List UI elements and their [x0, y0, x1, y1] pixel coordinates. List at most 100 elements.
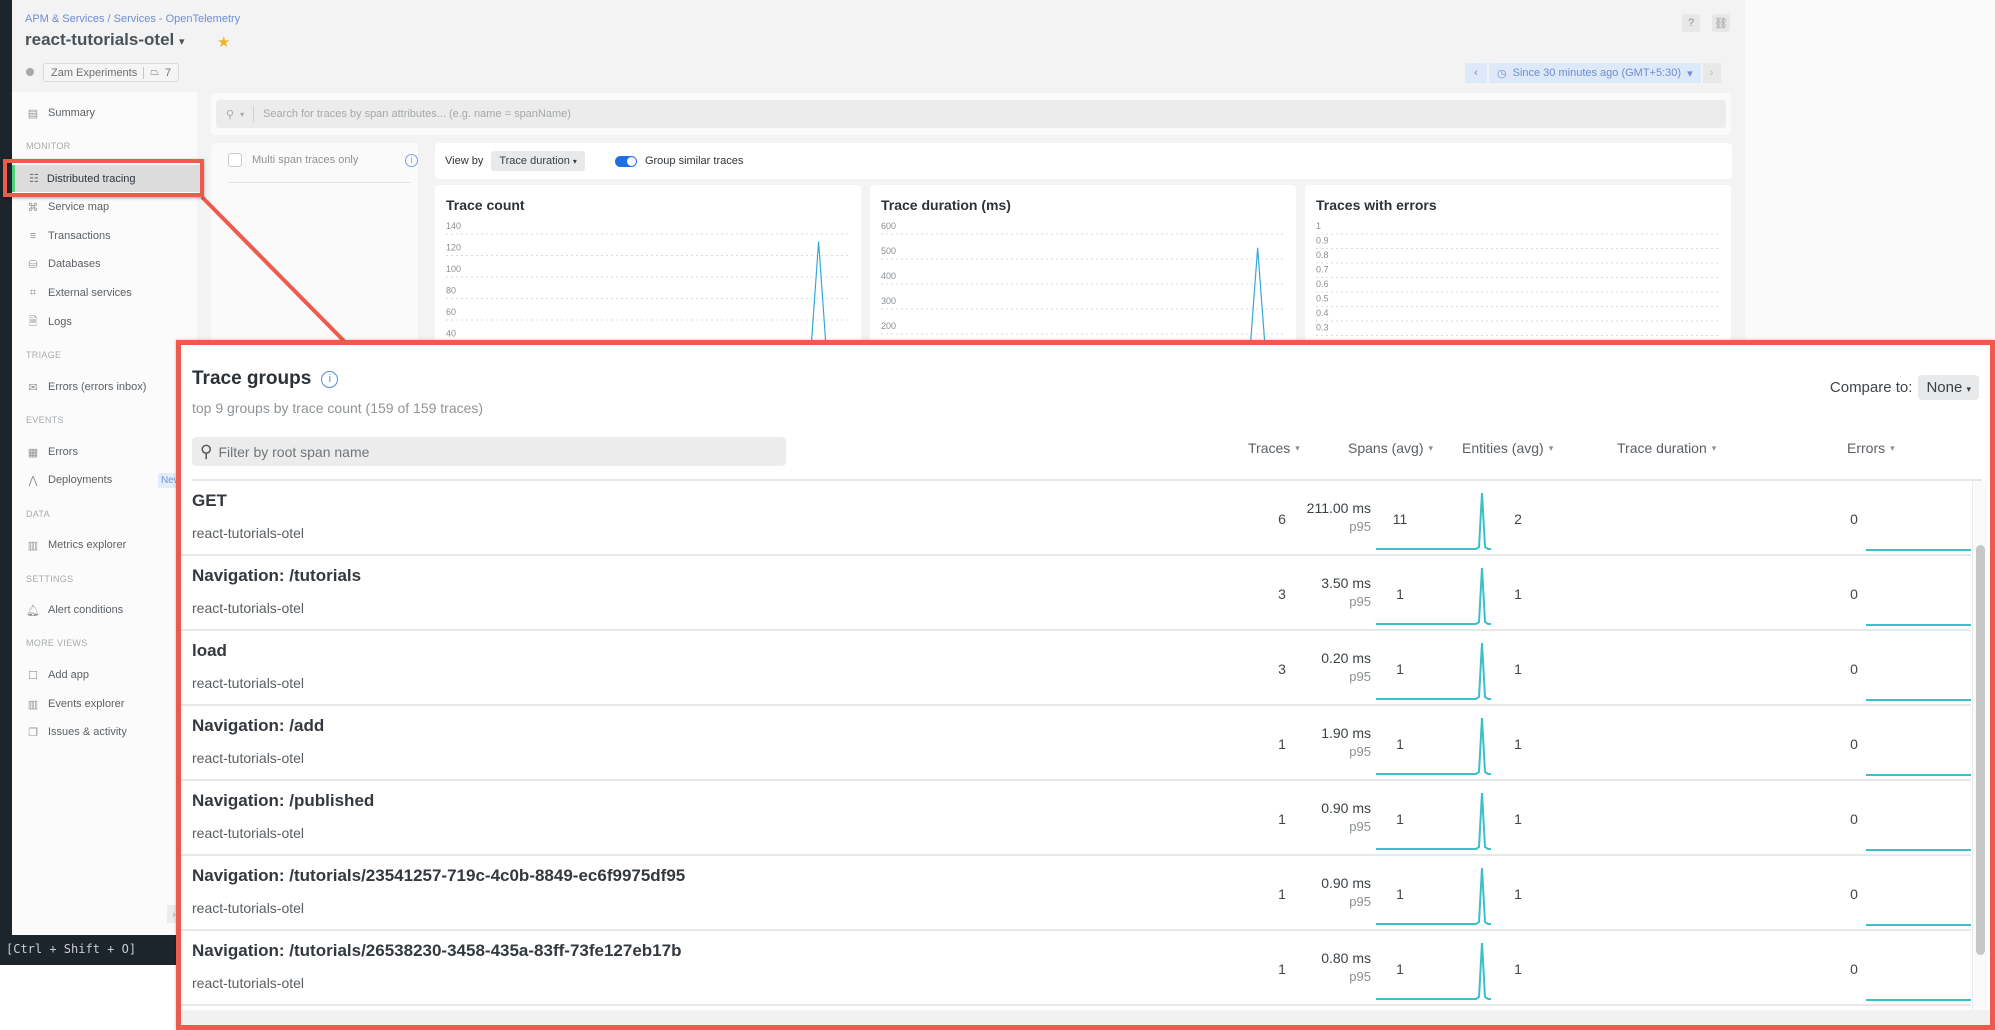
sidebar-item-service-map[interactable]: ⌘ Service map: [26, 195, 110, 219]
sidebar-item-add-app[interactable]: ☐ Add app: [26, 663, 89, 687]
duration-sparkline: [1376, 942, 1491, 1000]
sidebar-item-errors-inbox[interactable]: ✉ Errors (errors inbox): [26, 375, 146, 399]
errors-value: 0: [1850, 961, 1858, 977]
help-icon[interactable]: ?: [1682, 14, 1700, 32]
breadcrumb[interactable]: APM & Services / Services - OpenTelemetr…: [25, 13, 240, 25]
entity-name[interactable]: react-tutorials-otel: [192, 900, 304, 916]
sidebar-item-events-explorer[interactable]: ▥ Events explorer: [26, 692, 125, 716]
sidebar-item-label: Errors: [48, 446, 78, 458]
link-icon[interactable]: ⛓: [1712, 14, 1730, 32]
errors-value: 0: [1850, 511, 1858, 527]
bar-chart-icon: ▥: [27, 698, 39, 711]
sidebar-item-metrics-explorer[interactable]: ▥ Metrics explorer: [26, 533, 126, 557]
column-header-entities[interactable]: Entities (avg) ▾: [1462, 440, 1553, 456]
root-span-name[interactable]: Navigation: /add: [192, 716, 324, 736]
percentile-label: p95: [1349, 969, 1371, 984]
column-label: Trace duration: [1617, 440, 1707, 456]
table-row[interactable]: load react-tutorials-otel 3 1 1 0.20 ms p95 0: [181, 631, 1971, 706]
group-similar-toggle[interactable]: [614, 155, 637, 167]
star-icon[interactable]: ★: [217, 33, 230, 51]
table-row[interactable]: Navigation: /add react-tutorials-otel 1 1 1 1…: [181, 706, 1971, 781]
compare-select[interactable]: None ▾: [1918, 375, 1979, 400]
section-triage: TRIAGE: [26, 350, 62, 360]
entities-value: 2: [1514, 511, 1522, 527]
duration-sparkline: [1376, 792, 1491, 850]
root-span-filter-input[interactable]: ⚲ Filter by root span name: [192, 437, 786, 466]
root-span-name[interactable]: Navigation: /tutorials/23541257-719c-4c0…: [192, 866, 685, 886]
column-header-errors[interactable]: Errors ▾: [1847, 440, 1895, 456]
column-label: Traces: [1248, 440, 1291, 456]
errors-sparkline: [1866, 549, 1971, 551]
sidebar-item-transactions[interactable]: ≡ Transactions: [26, 224, 111, 248]
duration-cell: 3.50 ms p95: [1226, 556, 1371, 631]
root-span-name[interactable]: GET: [192, 491, 227, 511]
multi-span-checkbox[interactable]: [228, 153, 242, 167]
entity-name[interactable]: react-tutorials-otel: [192, 675, 304, 691]
account-tag: Zam Experiments: [51, 66, 138, 79]
root-span-name[interactable]: Navigation: /tutorials: [192, 566, 361, 586]
sidebar-item-alert-conditions[interactable]: 🔔︎ Alert conditions: [26, 598, 123, 622]
entities-value: 1: [1514, 661, 1522, 677]
chevron-down-icon: ▾: [1687, 67, 1693, 80]
series-line: [1249, 247, 1266, 345]
duration-text: 0.20 ms: [1321, 650, 1371, 666]
column-label: Entities (avg): [1462, 440, 1544, 456]
time-picker[interactable]: ‹ ◷ Since 30 minutes ago (GMT+5:30) ▾ ›: [1465, 63, 1721, 83]
view-by-select[interactable]: Trace duration ▾: [491, 151, 585, 171]
bar-chart-icon: ▥: [27, 539, 39, 552]
sidebar-item-label: Issues & activity: [48, 726, 127, 738]
sidebar-item-databases[interactable]: ⛁ Databases: [26, 252, 100, 276]
entity-name[interactable]: react-tutorials-otel: [192, 975, 304, 991]
duration-cell: 1.90 ms p95: [1226, 706, 1371, 781]
entity-name[interactable]: react-tutorials-otel: [192, 825, 304, 841]
table-row[interactable]: Navigation: /tutorials/23541257-719c-4c0…: [181, 856, 1971, 931]
table-row[interactable]: Navigation: /tutorials/26538230-3458-435…: [181, 931, 1971, 1006]
tag-icon: ⏢: [150, 66, 160, 78]
info-icon[interactable]: i: [405, 154, 418, 167]
sparkline-line: [1376, 567, 1491, 625]
time-range-select[interactable]: ◷ Since 30 minutes ago (GMT+5:30) ▾: [1489, 63, 1701, 83]
sidebar-item-logs[interactable]: 🗎 Logs: [26, 310, 72, 334]
time-prev-button[interactable]: ‹: [1465, 63, 1487, 83]
sidebar-item-summary[interactable]: ▤ Summary: [26, 101, 95, 125]
errors-sparkline: [1866, 624, 1971, 626]
trace-search-input[interactable]: ⚲ ▾ Search for traces by span attributes…: [216, 100, 1726, 128]
chevron-down-icon: ▾: [1548, 442, 1554, 453]
table-row[interactable]: Navigation: /tutorials react-tutorials-ot…: [181, 556, 1971, 631]
section-more-views: MORE VIEWS: [26, 638, 88, 648]
info-icon[interactable]: i: [321, 370, 339, 388]
root-span-name[interactable]: Navigation: /published: [192, 791, 374, 811]
time-next-button[interactable]: ›: [1702, 63, 1721, 83]
entities-value: 1: [1514, 886, 1522, 902]
duration-value: 0.90 ms p95: [1321, 800, 1371, 834]
root-span-name[interactable]: load: [192, 641, 227, 661]
entity-name[interactable]: react-tutorials-otel: [192, 600, 304, 616]
column-header-duration[interactable]: Trace duration ▾: [1617, 440, 1716, 456]
duration-text: 3.50 ms: [1321, 575, 1371, 591]
sidebar-item-errors[interactable]: ▦ Errors: [26, 440, 78, 464]
chart-trace-count: Trace count 140 120 100 80 60 40: [435, 185, 861, 345]
table-row[interactable]: GET react-tutorials-otel 6 11 2 211.00 ms p95 0: [181, 481, 1971, 556]
multi-span-filter[interactable]: Multi span traces only: [228, 153, 358, 167]
table-row[interactable]: Navigation: /published react-tutorials-ot…: [181, 781, 1971, 856]
sidebar-item-label: Deployments: [48, 474, 113, 486]
sidebar-item-external-services[interactable]: ⌗ External services: [26, 281, 132, 305]
duration-sparkline: [1376, 642, 1491, 700]
trace-groups-title: Trace groups i: [192, 368, 339, 390]
duration-text: 0.90 ms: [1321, 800, 1371, 816]
scrollbar-thumb[interactable]: [1976, 545, 1985, 955]
entity-name[interactable]: react-tutorials-otel: [192, 525, 304, 541]
errors-sparkline: [1866, 774, 1971, 776]
map-icon: ⌘: [27, 201, 39, 214]
root-span-name[interactable]: Navigation: /tutorials/26538230-3458-435…: [192, 941, 681, 961]
trace-groups-title-text: Trace groups: [192, 368, 312, 389]
sidebar-item-issues-activity[interactable]: ❐ Issues & activity: [26, 720, 127, 744]
column-header-traces[interactable]: Traces ▾: [1248, 440, 1300, 456]
entity-name[interactable]: react-tutorials-otel: [192, 750, 304, 766]
column-header-spans[interactable]: Spans (avg) ▾: [1348, 440, 1433, 456]
tags-pill[interactable]: Zam Experiments ⏢ 7: [43, 63, 180, 82]
percentile-label: p95: [1349, 519, 1371, 534]
app-title[interactable]: react-tutorials-otel ▾: [25, 30, 185, 50]
percentile-label: p95: [1349, 744, 1371, 759]
sidebar-item-deployments[interactable]: ⋀ Deployments: [26, 468, 112, 492]
